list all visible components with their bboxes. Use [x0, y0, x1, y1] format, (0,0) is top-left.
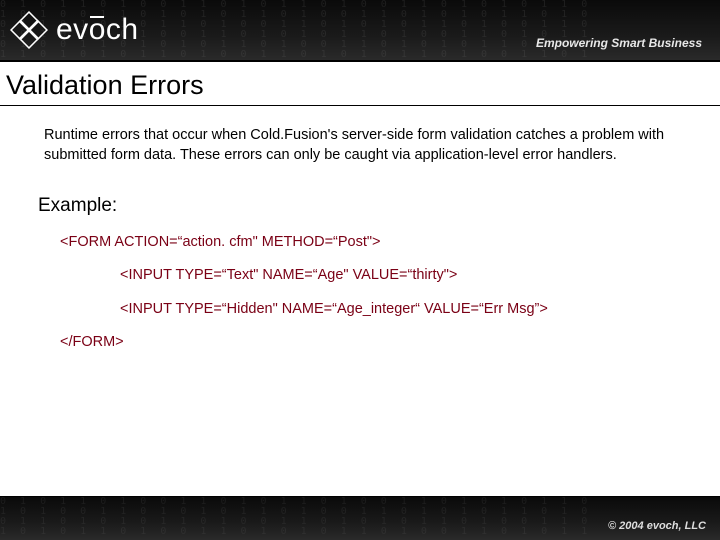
code-line-4: </FORM>	[60, 333, 680, 353]
binary-background-footer: 0 1 0 1 1 0 1 0 0 1 1 0 1 0 1 1 0 1 0 0 …	[0, 497, 720, 540]
header-bar: 0 1 0 1 1 0 1 0 0 1 1 0 1 0 1 1 0 1 0 0 …	[0, 0, 720, 62]
description-text: Runtime errors that occur when Cold.Fusi…	[44, 126, 680, 165]
example-label: Example:	[38, 193, 680, 219]
page-title: Validation Errors	[6, 70, 714, 101]
logo-text: evoch	[56, 13, 139, 47]
title-bar: Validation Errors	[0, 62, 720, 106]
code-line-1: <FORM ACTION=“action. cfm" METHOD=“Post"…	[60, 233, 680, 253]
code-line-3: <INPUT TYPE=“Hidden" NAME=“Age_integer“ …	[120, 300, 680, 320]
logo: evoch	[10, 11, 139, 49]
logo-icon	[10, 11, 48, 49]
slide-content: Runtime errors that occur when Cold.Fusi…	[0, 106, 720, 377]
copyright-text: © 2004 evoch, LLC	[608, 520, 706, 532]
footer-bar: 0 1 0 1 1 0 1 0 0 1 1 0 1 0 1 1 0 1 0 0 …	[0, 496, 720, 540]
code-line-2: <INPUT TYPE=“Text" NAME=“Age" VALUE=“thi…	[120, 266, 680, 286]
tagline: Empowering Smart Business	[536, 36, 702, 50]
